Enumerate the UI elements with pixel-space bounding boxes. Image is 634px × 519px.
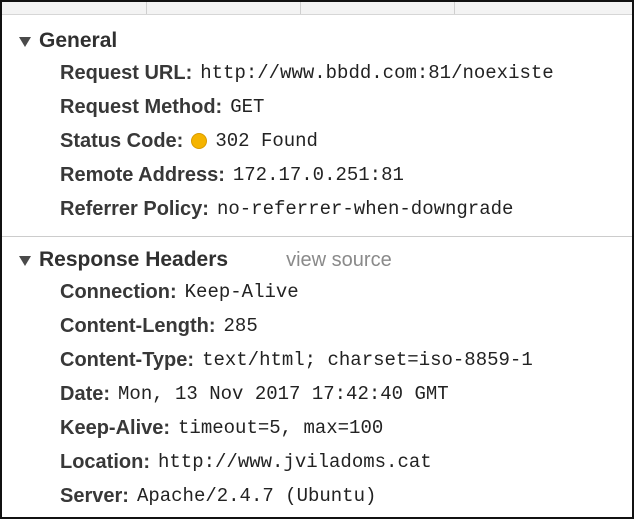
header-key: Content-Type: [60, 348, 195, 371]
header-key: Status Code: [60, 129, 184, 152]
general-section: General Request URL: http://www.bbdd.com… [2, 26, 632, 226]
triangle-down-icon [19, 256, 31, 266]
header-value[interactable]: Apache/2.4.7 (Ubuntu) [137, 485, 376, 507]
status-dot-icon [191, 133, 208, 149]
header-row-request-method: Request Method: GET [60, 90, 632, 124]
header-row-date: Date: Mon, 13 Nov 2017 17:42:40 GMT [60, 377, 632, 411]
header-value[interactable]: http://www.bbdd.com:81/noexiste [200, 62, 553, 84]
header-row-server: Server: Apache/2.4.7 (Ubuntu) [60, 479, 632, 513]
header-row-location: Location: http://www.jviladoms.cat [60, 445, 632, 479]
header-value[interactable]: 302 Found [215, 130, 318, 152]
general-rows: Request URL: http://www.bbdd.com:81/noex… [2, 56, 632, 226]
section-divider [2, 236, 632, 237]
header-key: Server: [60, 484, 129, 507]
header-row-remote-address: Remote Address: 172.17.0.251:81 [60, 158, 632, 192]
header-value[interactable]: Keep-Alive [185, 281, 299, 303]
header-key: Date: [60, 382, 111, 405]
header-key: Content-Length: [60, 314, 216, 337]
header-value[interactable]: no-referrer-when-downgrade [217, 198, 513, 220]
header-value[interactable]: GET [230, 96, 264, 118]
header-key: Request URL: [60, 61, 193, 84]
panel-top-strip [2, 2, 632, 15]
header-row-content-length: Content-Length: 285 [60, 309, 632, 343]
column-divider [300, 2, 301, 14]
header-value[interactable]: text/html; charset=iso-8859-1 [202, 349, 533, 371]
header-row-request-url: Request URL: http://www.bbdd.com:81/noex… [60, 56, 632, 90]
header-row-content-type: Content-Type: text/html; charset=iso-885… [60, 343, 632, 377]
header-key: Request Method: [60, 95, 223, 118]
response-headers-section-title: Response Headers [39, 248, 229, 271]
header-row-status-code: Status Code: 302 Found [60, 124, 632, 158]
header-row-connection: Connection: Keep-Alive [60, 275, 632, 309]
header-value[interactable]: timeout=5, max=100 [178, 417, 383, 439]
headers-panel: General Request URL: http://www.bbdd.com… [0, 0, 634, 519]
header-value[interactable]: 172.17.0.251:81 [233, 164, 404, 186]
response-headers-section-header[interactable]: Response Headers view source [2, 245, 632, 275]
header-row-referrer-policy: Referrer Policy: no-referrer-when-downgr… [60, 192, 632, 226]
header-row-keep-alive: Keep-Alive: timeout=5, max=100 [60, 411, 632, 445]
column-divider [146, 2, 147, 14]
header-value[interactable]: 285 [224, 315, 258, 337]
triangle-down-icon [19, 37, 31, 47]
view-source-link[interactable]: view source [286, 249, 392, 272]
column-divider [454, 2, 455, 14]
header-key: Keep-Alive: [60, 416, 171, 439]
response-headers-section: Response Headers view source Connection:… [2, 245, 632, 513]
header-key: Connection: [60, 280, 177, 303]
general-section-header[interactable]: General [2, 26, 632, 56]
header-value[interactable]: http://www.jviladoms.cat [158, 451, 432, 473]
general-section-title: General [39, 29, 118, 52]
header-value[interactable]: Mon, 13 Nov 2017 17:42:40 GMT [118, 383, 449, 405]
response-headers-rows: Connection: Keep-Alive Content-Length: 2… [2, 275, 632, 513]
header-key: Remote Address: [60, 163, 225, 186]
header-key: Referrer Policy: [60, 197, 209, 220]
header-key: Location: [60, 450, 150, 473]
